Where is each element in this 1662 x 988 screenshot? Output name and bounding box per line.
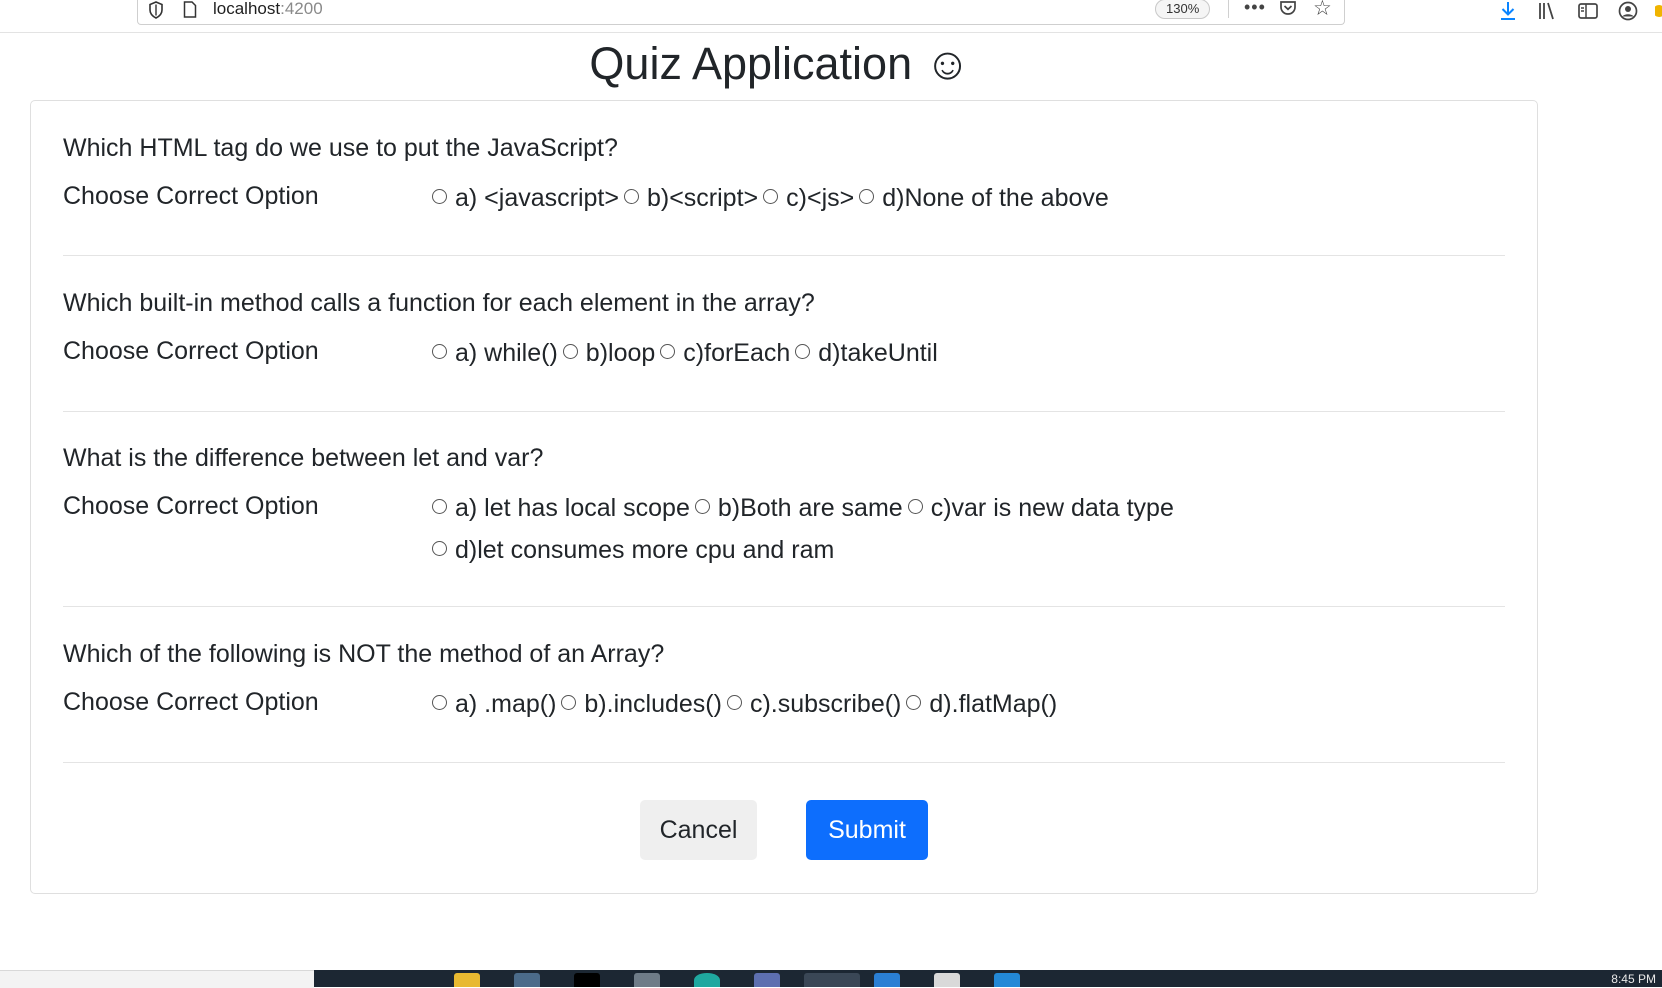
radio-button[interactable] xyxy=(432,694,447,710)
options-group: a) let has local scope b)Both are same c… xyxy=(429,493,1176,523)
option-label: d)None of the above xyxy=(882,184,1109,212)
windows-taskbar: 8:45 PM xyxy=(314,970,1662,987)
option-c[interactable]: c)forEach xyxy=(657,338,792,368)
option-d[interactable]: d).flatMap() xyxy=(903,689,1059,719)
option-label: c).subscribe() xyxy=(749,690,902,718)
choose-option-label: Choose Correct Option xyxy=(63,182,319,210)
option-label: a) let has local scope xyxy=(455,494,690,522)
app-icon[interactable] xyxy=(754,973,780,987)
download-icon[interactable] xyxy=(1497,0,1519,22)
option-b[interactable]: b)loop xyxy=(560,338,658,368)
radio-button[interactable] xyxy=(726,694,742,710)
radio-button[interactable] xyxy=(694,498,710,514)
option-a[interactable]: a) let has local scope xyxy=(429,493,692,523)
option-b[interactable]: b).includes() xyxy=(558,689,724,719)
radio-button[interactable] xyxy=(907,498,923,514)
shield-icon[interactable] xyxy=(148,1,164,19)
terminal-icon[interactable] xyxy=(574,973,600,987)
file-explorer-icon[interactable] xyxy=(454,973,480,987)
question-divider xyxy=(63,255,1505,256)
option-label: c)forEach xyxy=(683,339,791,367)
option-label: b).includes() xyxy=(584,690,722,718)
url-bar[interactable]: localhost:4200 130% ••• ☆ xyxy=(137,0,1345,25)
notepad-icon[interactable] xyxy=(934,973,960,987)
option-d[interactable]: d)takeUntil xyxy=(792,338,940,368)
radio-button[interactable] xyxy=(432,540,447,556)
url-port: :4200 xyxy=(280,0,323,18)
question-text: What is the difference between let and v… xyxy=(63,444,544,472)
radio-button[interactable] xyxy=(562,343,578,359)
option-a[interactable]: a) <javascript> xyxy=(429,183,621,213)
question-text: Which of the following is NOT the method… xyxy=(63,640,665,668)
pocket-icon[interactable] xyxy=(1278,0,1298,18)
option-label: d)takeUntil xyxy=(818,339,938,367)
option-label: c)var is new data type xyxy=(930,494,1174,522)
choose-option-label: Choose Correct Option xyxy=(63,688,319,716)
url-host: localhost xyxy=(213,0,281,18)
option-label: d).flatMap() xyxy=(929,690,1058,718)
app-icon[interactable] xyxy=(514,973,540,987)
sidebar-icon[interactable] xyxy=(1577,0,1599,22)
option-d[interactable]: d)None of the above xyxy=(856,183,1111,213)
choose-option-label: Choose Correct Option xyxy=(63,337,319,365)
option-label: b)<script> xyxy=(646,184,759,212)
options-group: a) while() b)loop c)forEach d)takeUntil xyxy=(429,338,940,368)
account-icon[interactable] xyxy=(1617,0,1639,22)
option-label: b)Both are same xyxy=(717,494,903,522)
question-divider xyxy=(63,411,1505,412)
taskbar-search-area[interactable] xyxy=(0,970,314,988)
radio-button[interactable] xyxy=(432,188,447,204)
bookmark-star-icon[interactable]: ☆ xyxy=(1313,0,1332,21)
system-clock[interactable]: 8:45 PM xyxy=(1611,972,1656,986)
option-c[interactable]: c)<js> xyxy=(760,183,856,213)
option-label: c)<js> xyxy=(786,184,855,212)
option-a[interactable]: a) .map() xyxy=(429,689,558,719)
cancel-button[interactable]: Cancel xyxy=(640,800,757,860)
library-icon[interactable] xyxy=(1536,0,1558,22)
app-icon[interactable] xyxy=(874,973,900,987)
browser-toolbar: localhost:4200 130% ••• ☆ xyxy=(0,0,1662,33)
browser-app-icon[interactable] xyxy=(694,973,720,987)
page-title: Quiz Application ☺ xyxy=(589,38,971,89)
submit-button[interactable]: Submit xyxy=(806,800,928,860)
extension-icon[interactable] xyxy=(1655,0,1662,22)
app-icon[interactable] xyxy=(634,973,660,987)
options-group-wrap: d)let consumes more cpu and ram xyxy=(429,535,836,565)
question-divider xyxy=(63,606,1505,607)
radio-button[interactable] xyxy=(763,188,779,204)
radio-button[interactable] xyxy=(561,694,577,710)
option-label: a) .map() xyxy=(455,690,557,718)
option-a[interactable]: a) while() xyxy=(429,338,560,368)
url-text[interactable]: localhost:4200 xyxy=(213,0,323,19)
options-group: a) <javascript> b)<script> c)<js> d)None… xyxy=(429,183,1111,213)
options-group: a) .map() b).includes() c).subscribe() d… xyxy=(429,689,1059,719)
radio-button[interactable] xyxy=(906,694,922,710)
radio-button[interactable] xyxy=(859,188,875,204)
option-label: d)let consumes more cpu and ram xyxy=(455,536,835,564)
option-b[interactable]: b)<script> xyxy=(621,183,760,213)
radio-button[interactable] xyxy=(432,343,447,359)
radio-button[interactable] xyxy=(660,343,676,359)
radio-button[interactable] xyxy=(623,188,639,204)
option-label: b)loop xyxy=(585,339,656,367)
question-text: Which built-in method calls a function f… xyxy=(63,289,815,317)
option-d[interactable]: d)let consumes more cpu and ram xyxy=(429,535,836,565)
zoom-level-badge[interactable]: 130% xyxy=(1155,0,1211,19)
vscode-icon[interactable] xyxy=(994,973,1020,987)
radio-button[interactable] xyxy=(432,498,447,514)
radio-button[interactable] xyxy=(795,343,811,359)
option-b[interactable]: b)Both are same xyxy=(692,493,905,523)
quiz-card: Which HTML tag do we use to put the Java… xyxy=(30,100,1538,894)
page-actions-icon[interactable]: ••• xyxy=(1244,0,1266,18)
page-icon xyxy=(183,1,197,18)
option-c[interactable]: c).subscribe() xyxy=(724,689,903,719)
option-label: a) <javascript> xyxy=(455,184,619,212)
firefox-icon[interactable] xyxy=(804,973,860,987)
option-label: a) while() xyxy=(455,339,558,367)
choose-option-label: Choose Correct Option xyxy=(63,492,319,520)
question-divider xyxy=(63,762,1505,763)
option-c[interactable]: c)var is new data type xyxy=(905,493,1176,523)
question-text: Which HTML tag do we use to put the Java… xyxy=(63,134,618,162)
url-bar-divider xyxy=(1228,0,1229,18)
